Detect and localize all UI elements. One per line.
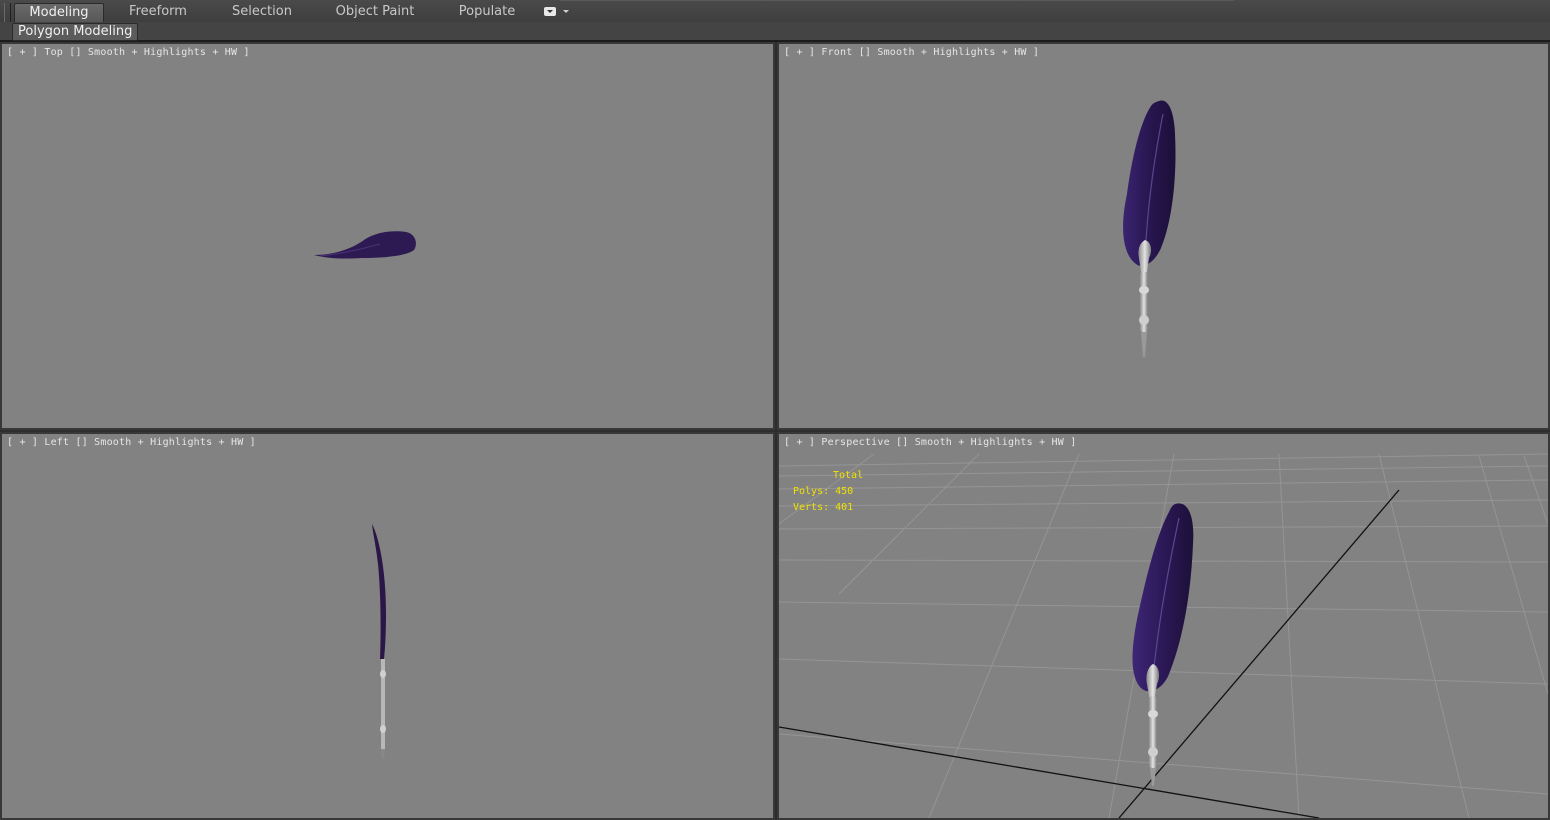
nib-ring bbox=[1148, 747, 1158, 757]
nib-ring bbox=[1139, 286, 1149, 294]
stats-verts: Verts: 401 bbox=[793, 502, 854, 513]
tab-selection[interactable]: Selection bbox=[222, 3, 302, 21]
viewport-view-menu[interactable]: Left bbox=[44, 437, 69, 448]
ribbon-panel: Polygon Modeling bbox=[0, 22, 1550, 42]
ribbon-tab-bar: Modeling Freeform Selection Object Paint… bbox=[0, 0, 1550, 23]
viewport-shading-menu[interactable]: Smooth + Highlights + HW bbox=[915, 437, 1064, 448]
polygon-modeling-panel-button[interactable]: Polygon Modeling bbox=[12, 23, 139, 41]
grid-axis-x bbox=[779, 726, 1320, 818]
scene-statistics: Total Polys: 450 Verts: 401 bbox=[793, 468, 863, 516]
feather-mesh bbox=[372, 524, 386, 659]
viewport-view-menu[interactable]: Perspective bbox=[821, 437, 889, 448]
quill-front-view bbox=[1123, 100, 1176, 357]
viewport-menu-plus[interactable]: + bbox=[19, 437, 25, 448]
ribbon-options-icon[interactable] bbox=[544, 6, 570, 18]
viewport-view-menu[interactable]: Top bbox=[44, 47, 63, 58]
viewport-front[interactable]: [ + ] Front [] Smooth + Highlights + HW … bbox=[777, 42, 1550, 430]
ribbon-options-box-icon bbox=[544, 7, 556, 16]
stats-polys: Polys: 450 bbox=[793, 486, 854, 497]
nib-ring bbox=[1139, 315, 1149, 325]
viewport-shading-menu[interactable]: Smooth + Highlights + HW bbox=[88, 47, 237, 58]
nib-ornament bbox=[1138, 240, 1152, 275]
quill-top-view bbox=[314, 231, 416, 259]
stats-header: Total bbox=[833, 470, 864, 481]
nib-handle bbox=[1149, 696, 1157, 768]
chevron-down-icon bbox=[563, 10, 569, 13]
nib-ring bbox=[380, 725, 386, 733]
nib-ring bbox=[1148, 710, 1158, 718]
nib-ring bbox=[380, 670, 386, 678]
nib-tip bbox=[1141, 332, 1147, 357]
feather-mesh bbox=[1123, 100, 1176, 267]
tab-freeform[interactable]: Freeform bbox=[118, 3, 198, 21]
viewport-perspective[interactable]: [ + ] Perspective [] Smooth + Highlights… bbox=[777, 432, 1550, 820]
viewport-menu-plus[interactable]: + bbox=[796, 437, 802, 448]
tab-modeling[interactable]: Modeling bbox=[14, 3, 104, 23]
perspective-scene bbox=[779, 453, 1548, 818]
viewport-menu-plus[interactable]: + bbox=[796, 47, 802, 58]
viewport-shading-menu[interactable]: Smooth + Highlights + HW bbox=[877, 47, 1026, 58]
viewport-label-left: [ + ] Left [] Smooth + Highlights + HW ] bbox=[7, 437, 256, 448]
viewport-left[interactable]: [ + ] Left [] Smooth + Highlights + HW ] bbox=[0, 432, 775, 820]
viewport-view-menu[interactable]: Front bbox=[821, 47, 852, 58]
nib-tip bbox=[381, 749, 385, 758]
feather-mesh bbox=[1132, 503, 1194, 692]
viewport-layout: [ + ] Top [] Smooth + Highlights + HW ] bbox=[0, 42, 1550, 820]
ribbon-divider bbox=[560, 0, 1234, 1]
viewport-menu-plus[interactable]: + bbox=[19, 47, 25, 58]
viewport-label-perspective: [ + ] Perspective [] Smooth + Highlights… bbox=[784, 437, 1077, 448]
nib-tip bbox=[1150, 768, 1156, 786]
viewport-top[interactable]: [ + ] Top [] Smooth + Highlights + HW ] bbox=[0, 42, 775, 430]
tab-populate[interactable]: Populate bbox=[450, 3, 524, 21]
tab-object-paint[interactable]: Object Paint bbox=[330, 3, 420, 21]
viewport-shading-menu[interactable]: Smooth + Highlights + HW bbox=[94, 437, 243, 448]
viewport-label-front: [ + ] Front [] Smooth + Highlights + HW … bbox=[784, 47, 1040, 58]
quill-left-view bbox=[372, 524, 386, 758]
viewport-label-top: [ + ] Top [] Smooth + Highlights + HW ] bbox=[7, 47, 250, 58]
